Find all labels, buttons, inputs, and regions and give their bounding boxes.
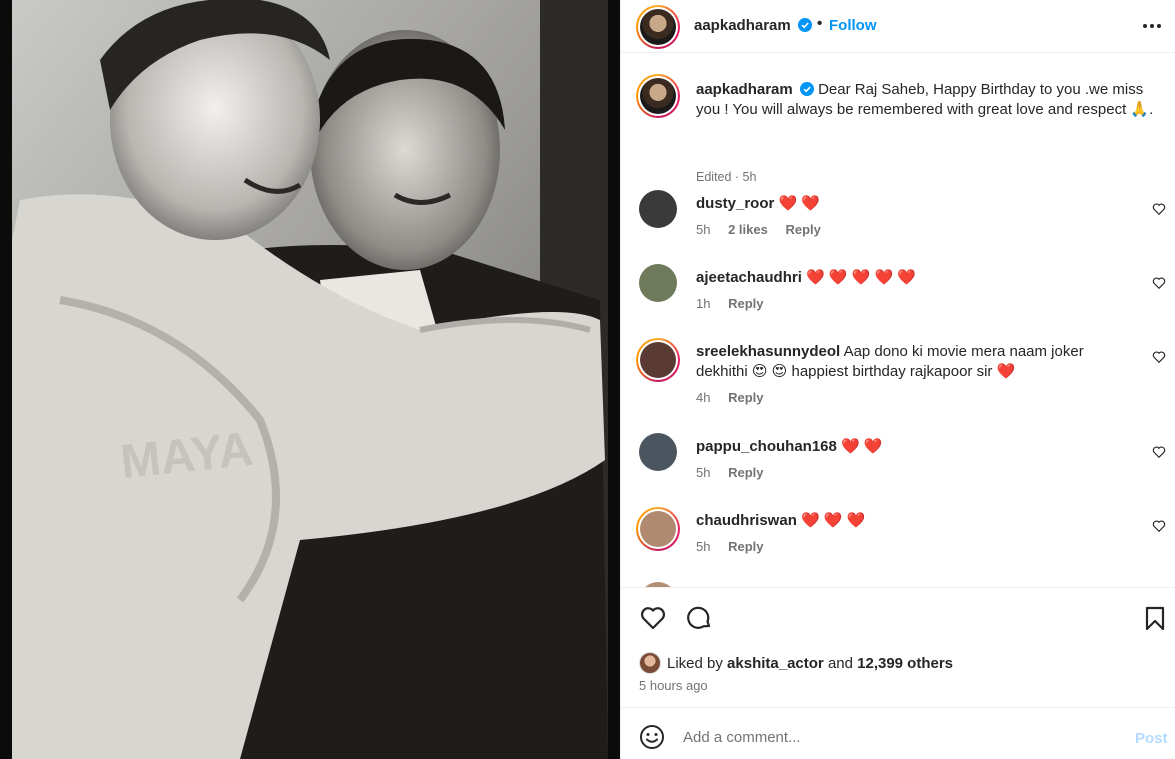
post-actions: Liked by akshita_actor and 12,399 others… <box>621 587 1175 707</box>
commenter-avatar[interactable] <box>636 338 680 382</box>
comment-bubble-icon[interactable] <box>685 604 713 632</box>
like-comment-heart-icon[interactable] <box>1152 202 1166 216</box>
like-comment-heart-icon[interactable] <box>1152 519 1166 533</box>
comment-text: ❤️ ❤️ ❤️ ❤️ ❤️ <box>806 269 917 286</box>
comment-body: sreelekhasunnydeol Aap dono ki movie mer… <box>696 342 1136 382</box>
commenter-username[interactable]: dusty_roor <box>696 195 774 212</box>
comment-item: chaudhriswan ❤️ ❤️ ❤️ 5h Reply <box>636 507 1166 577</box>
comment-time: 5h <box>696 222 711 237</box>
caption-username[interactable]: aapkadharam <box>696 81 793 98</box>
comment-meta: 4h Reply <box>696 390 778 405</box>
comment-meta: 5h Reply <box>696 465 778 480</box>
caption-author-avatar[interactable] <box>636 74 680 118</box>
commenter-username[interactable]: chaudhriswan <box>696 512 797 529</box>
likes-prefix: Liked by <box>667 654 723 672</box>
like-comment-heart-icon[interactable] <box>1152 445 1166 459</box>
comment-input[interactable] <box>683 722 1103 752</box>
commenter-avatar[interactable] <box>639 190 677 228</box>
author-username-link[interactable]: aapkadharam <box>694 17 812 34</box>
commenter-username[interactable]: pappu_chouhan168 <box>696 438 837 455</box>
likes-summary: Liked by akshita_actor and 12,399 others <box>639 652 953 674</box>
comment-item: dusty_roor ❤️ ❤️ 5h 2 likes Reply <box>636 190 1166 260</box>
more-options-icon[interactable] <box>1141 16 1163 36</box>
photo-image: MAYA <box>0 0 620 759</box>
reply-button[interactable]: Reply <box>785 222 820 237</box>
post-header: aapkadharam • Follow <box>621 0 1175 53</box>
comment-time: 4h <box>696 390 711 405</box>
comment-body: pappu_chouhan168 ❤️ ❤️ <box>696 437 1136 457</box>
liker-avatar[interactable] <box>639 652 661 674</box>
comment-meta: 1h Reply <box>696 296 778 311</box>
reply-button[interactable]: Reply <box>728 465 763 480</box>
comment-meta: 5h Reply <box>696 539 778 554</box>
save-bookmark-icon[interactable] <box>1141 604 1169 632</box>
author-avatar[interactable] <box>636 5 680 49</box>
emoji-picker-icon[interactable] <box>639 724 665 750</box>
commenter-username[interactable]: ajeetachaudhri <box>696 269 802 286</box>
commenter-username[interactable]: sreelekhasunnydeol <box>696 343 840 360</box>
caption-text-block: aapkadharam Dear Raj Saheb, Happy Birthd… <box>696 80 1161 120</box>
comment-body: ajeetachaudhri ❤️ ❤️ ❤️ ❤️ ❤️ <box>696 268 1136 288</box>
comment-text: ❤️ ❤️ <box>778 195 821 212</box>
comment-time: 5h <box>696 539 711 554</box>
comment-composer: Post <box>621 707 1175 759</box>
comment-item: ajeetachaudhri ❤️ ❤️ ❤️ ❤️ ❤️ 1h Reply <box>636 264 1166 334</box>
commenter-avatar[interactable] <box>639 433 677 471</box>
separator-dot: • <box>817 15 823 32</box>
reply-button[interactable]: Reply <box>728 296 763 311</box>
comment-meta: 5h 2 likes Reply <box>696 222 835 237</box>
follow-button[interactable]: Follow <box>829 17 877 34</box>
comment-text: ❤️ ❤️ ❤️ <box>801 512 866 529</box>
post-comment-button[interactable]: Post <box>1135 730 1168 747</box>
liker-username[interactable]: akshita_actor <box>727 655 824 672</box>
likes-count[interactable]: 12,399 others <box>857 655 953 672</box>
comment-body: chaudhriswan ❤️ ❤️ ❤️ <box>696 511 1136 531</box>
commenter-avatar[interactable] <box>636 507 680 551</box>
like-comment-heart-icon[interactable] <box>1152 276 1166 290</box>
post-sidebar: aapkadharam • Follow aapkadharam Dear Ra… <box>620 0 1175 759</box>
comment-time: 5h <box>696 465 711 480</box>
comment-text: ❤️ ❤️ <box>841 438 883 455</box>
comments-list[interactable]: aapkadharam Dear Raj Saheb, Happy Birthd… <box>621 54 1175 587</box>
post-photo[interactable]: MAYA <box>0 0 620 759</box>
caption-meta: Edited · 5h <box>696 170 757 184</box>
comment-time: 1h <box>696 296 711 311</box>
likes-and: and <box>827 654 853 672</box>
verified-badge-icon <box>797 18 812 32</box>
post-time-ago[interactable]: 5 hours ago <box>639 678 708 693</box>
comment-item: pappu_chouhan168 ❤️ ❤️ 5h Reply <box>636 433 1166 503</box>
reply-button[interactable]: Reply <box>728 539 763 554</box>
verified-badge-icon <box>799 82 814 96</box>
like-heart-icon[interactable] <box>639 604 667 632</box>
comment-item: sreelekhasunnydeol Aap dono ki movie mer… <box>636 338 1166 428</box>
comment-likes-count[interactable]: 2 likes <box>728 222 768 237</box>
comment-body: dusty_roor ❤️ ❤️ <box>696 194 1136 214</box>
commenter-avatar[interactable] <box>639 264 677 302</box>
reply-button[interactable]: Reply <box>728 390 763 405</box>
like-comment-heart-icon[interactable] <box>1152 350 1166 364</box>
